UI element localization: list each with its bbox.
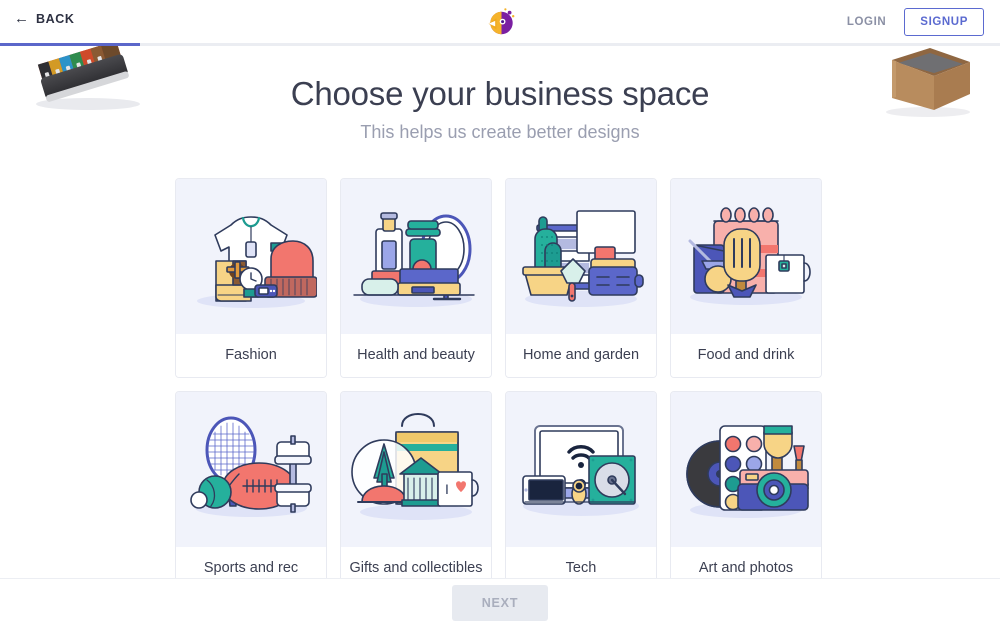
app-header: ← BACK LOGIN SIGNUP	[0, 0, 1000, 44]
vistacreate-bird-logo[interactable]	[483, 5, 517, 39]
login-button[interactable]: LOGIN	[843, 10, 890, 34]
health-beauty-illustration	[341, 179, 491, 334]
card-label: Home and garden	[506, 334, 656, 377]
card-fashion[interactable]: Fashion	[175, 178, 327, 378]
onboarding-progress-bar	[0, 43, 1000, 46]
footer-bar: NEXT	[0, 578, 1000, 626]
home-garden-illustration	[506, 179, 656, 334]
gifts-collectibles-illustration: I	[341, 392, 491, 547]
card-label: Food and drink	[671, 334, 821, 377]
back-button[interactable]: ← BACK	[14, 10, 75, 27]
card-home-and-garden[interactable]: Home and garden	[505, 178, 657, 378]
card-health-and-beauty[interactable]: Health and beauty	[340, 178, 492, 378]
next-button[interactable]: NEXT	[451, 584, 549, 621]
card-art-and-photos[interactable]: Art and photos	[670, 391, 822, 591]
card-label: Health and beauty	[341, 334, 491, 377]
page-subtitle: This helps us create better designs	[360, 122, 640, 142]
business-space-grid: Fashion Health and beauty Home and garde…	[175, 178, 827, 591]
mug-letter: I	[445, 481, 449, 497]
art-photos-illustration	[671, 392, 821, 547]
back-button-label: BACK	[36, 12, 75, 26]
header-actions: LOGIN SIGNUP	[843, 8, 984, 36]
progress-fill	[0, 43, 140, 46]
page-title: Choose your business space	[290, 75, 710, 112]
card-label: Fashion	[176, 334, 326, 377]
arrow-left-icon: ←	[14, 10, 29, 27]
tech-illustration	[506, 392, 656, 547]
fashion-illustration	[176, 179, 326, 334]
sports-rec-illustration	[176, 392, 326, 547]
card-food-and-drink[interactable]: Food and drink	[670, 178, 822, 378]
signup-button[interactable]: SIGNUP	[904, 8, 984, 36]
card-tech[interactable]: Tech	[505, 391, 657, 591]
card-gifts-and-collectibles[interactable]: I Gifts and collectibles	[340, 391, 492, 591]
card-sports-and-rec[interactable]: Sports and rec	[175, 391, 327, 591]
food-drink-illustration	[671, 179, 821, 334]
main-content: Choose your business space This helps us…	[0, 44, 1000, 591]
